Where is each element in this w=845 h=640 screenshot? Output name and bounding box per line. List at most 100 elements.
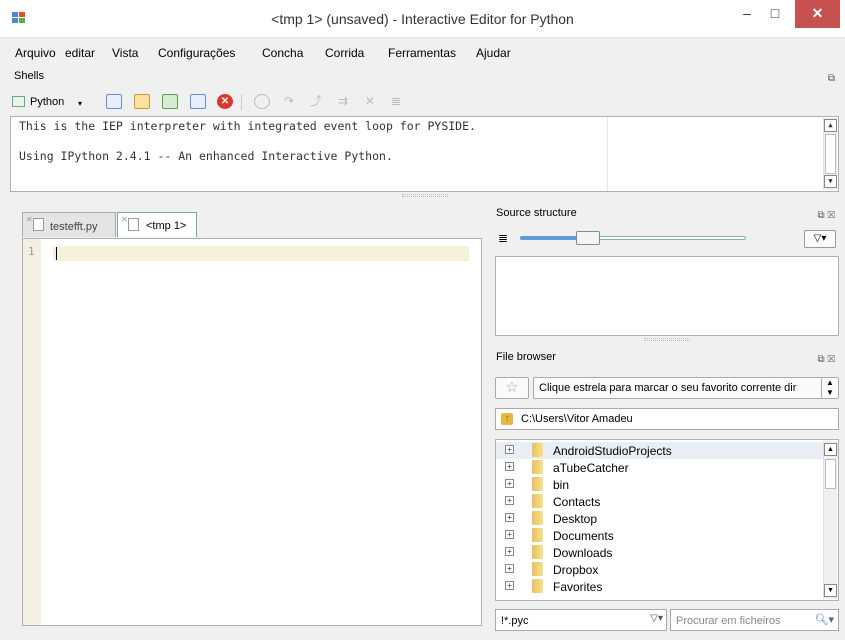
scrollbar-thumb[interactable] bbox=[825, 134, 836, 174]
shells-panel-header: Shells ⧉ bbox=[10, 67, 839, 85]
folder-icon bbox=[532, 443, 543, 457]
chevron-down-icon: ▾ bbox=[78, 99, 83, 108]
step-out-icon[interactable]: ⇉ bbox=[335, 94, 351, 109]
spinner-arrows-icon: ▲ ▼ bbox=[821, 378, 838, 398]
file-browser-header: File browser ⧉ ☒ bbox=[492, 348, 839, 366]
shell-output[interactable]: This is the IEP interpreter with integra… bbox=[10, 116, 839, 192]
folder-name: Desktop bbox=[553, 512, 598, 526]
debug-clear-icon[interactable]: ✕ bbox=[362, 94, 378, 109]
favorite-star-button[interactable]: ☆ bbox=[495, 377, 529, 399]
shell-divider bbox=[607, 117, 608, 191]
level-slider[interactable] bbox=[520, 231, 746, 245]
menu-ferramentas[interactable]: Ferramentas bbox=[388, 46, 456, 60]
menu-corrida[interactable]: Corrida bbox=[325, 46, 364, 60]
folder-name: Documents bbox=[553, 529, 614, 543]
folder-up-icon[interactable]: ↑ bbox=[501, 413, 513, 425]
file-tree-row[interactable]: + Desktop bbox=[496, 510, 838, 527]
title-bar[interactable]: <tmp 1> (unsaved) - Interactive Editor f… bbox=[0, 0, 845, 38]
expand-icon[interactable]: + bbox=[505, 479, 514, 488]
expand-icon[interactable]: + bbox=[505, 581, 514, 590]
slider-thumb[interactable] bbox=[575, 231, 600, 245]
shell-line: Using IPython 2.4.1 -- An enhanced Inter… bbox=[19, 149, 393, 163]
run-file-icon[interactable] bbox=[134, 94, 150, 109]
debug-stop-icon[interactable] bbox=[254, 94, 270, 109]
expand-icon[interactable]: + bbox=[505, 513, 514, 522]
float-close-panel-icon[interactable]: ⧉ ☒ bbox=[818, 351, 835, 369]
scroll-up-icon[interactable]: ▲ bbox=[824, 443, 837, 456]
terminate-shell-icon[interactable]: ✕ bbox=[217, 94, 233, 109]
stack-list-icon[interactable]: ≣ bbox=[388, 94, 404, 109]
structure-toolbar: ≣ ▽▾ bbox=[494, 228, 839, 252]
search-icon[interactable]: 🔍︎▾ bbox=[815, 613, 835, 626]
file-search-input[interactable]: Procurar em ficheiros 🔍︎▾ bbox=[670, 609, 839, 631]
code-editor[interactable]: 1 bbox=[22, 238, 482, 626]
float-close-panel-icon[interactable]: ⧉ ☒ bbox=[818, 207, 835, 225]
file-tree-row[interactable]: + bin bbox=[496, 476, 838, 493]
source-structure-tree[interactable] bbox=[495, 256, 839, 336]
step-into-icon[interactable]: ⤴ bbox=[308, 94, 324, 109]
file-tree-row[interactable]: + Contacts bbox=[496, 493, 838, 510]
scroll-up-icon[interactable]: ▲ bbox=[824, 119, 837, 132]
scroll-down-icon[interactable]: ▼ bbox=[824, 584, 837, 597]
step-over-icon[interactable]: ↷ bbox=[281, 94, 297, 109]
close-button[interactable]: ✕ bbox=[795, 0, 840, 28]
source-structure-header: Source structure ⧉ ☒ bbox=[492, 204, 839, 222]
file-tree-row[interactable]: + Favorites bbox=[496, 578, 838, 595]
scrollbar-thumb[interactable] bbox=[825, 459, 836, 489]
favorites-dropdown[interactable]: Clique estrela para marcar o seu favorit… bbox=[533, 377, 839, 399]
minimize-button[interactable]: – bbox=[733, 0, 761, 28]
tab-testefft[interactable]: ✕ testefft.py bbox=[22, 212, 116, 237]
file-tree-row[interactable]: + aTubeCatcher bbox=[496, 459, 838, 476]
expand-icon[interactable]: + bbox=[505, 564, 514, 573]
folder-icon bbox=[532, 545, 543, 559]
menu-arquivo[interactable]: Arquivo bbox=[15, 46, 56, 60]
window-title: <tmp 1> (unsaved) - Interactive Editor f… bbox=[271, 11, 574, 27]
file-tree[interactable]: + AndroidStudioProjects + aTubeCatcher + bin +… bbox=[495, 439, 839, 601]
shell-selector-button[interactable]: Python ▾ bbox=[10, 93, 88, 111]
menu-concha[interactable]: Concha bbox=[262, 46, 303, 60]
tab-tmp1[interactable]: ✕ <tmp 1> bbox=[117, 212, 197, 237]
file-tree-row[interactable]: + AndroidStudioProjects bbox=[496, 442, 838, 459]
folder-icon bbox=[532, 528, 543, 542]
menu-bar: Arquivo editar Vista Configurações Conch… bbox=[0, 43, 845, 63]
expand-icon[interactable]: + bbox=[505, 547, 514, 556]
expand-icon[interactable]: + bbox=[505, 445, 514, 454]
file-tree-row[interactable]: + Documents bbox=[496, 527, 838, 544]
filter-funnel-icon[interactable]: ▽▾ bbox=[650, 613, 663, 624]
expand-icon[interactable]: + bbox=[505, 530, 514, 539]
document-icon bbox=[33, 218, 44, 231]
shell-scrollbar[interactable]: ▲ ▼ bbox=[823, 118, 837, 190]
path-field[interactable]: ↑ C:\Users\Vitor Amadeu bbox=[495, 408, 839, 430]
maximize-button[interactable]: □ bbox=[761, 0, 789, 28]
python-shell-icon bbox=[12, 96, 25, 107]
file-tree-row[interactable]: + Dropbox bbox=[496, 561, 838, 578]
expand-icon[interactable]: + bbox=[505, 462, 514, 471]
folder-name: Favorites bbox=[553, 580, 603, 594]
expand-icon[interactable]: + bbox=[505, 496, 514, 505]
file-browser-title: File browser bbox=[496, 351, 556, 363]
folder-name: Downloads bbox=[553, 546, 613, 560]
folder-name: bin bbox=[553, 478, 570, 492]
file-tree-row[interactable]: + Downloads bbox=[496, 544, 838, 561]
filter-dropdown-icon[interactable]: ▽▾ bbox=[804, 230, 836, 248]
restart-shell-icon[interactable] bbox=[162, 94, 178, 109]
new-shell-icon[interactable] bbox=[106, 94, 122, 109]
menu-vista[interactable]: Vista bbox=[112, 46, 138, 60]
splitter-handle[interactable] bbox=[644, 338, 690, 341]
folder-name: Dropbox bbox=[553, 563, 599, 577]
shell-line: This is the IEP interpreter with integra… bbox=[19, 119, 476, 133]
scroll-down-icon[interactable]: ▼ bbox=[824, 175, 837, 188]
menu-editar[interactable]: editar bbox=[65, 46, 95, 60]
tab-close-icon[interactable]: ✕ bbox=[121, 215, 128, 224]
splitter-handle[interactable] bbox=[402, 194, 448, 197]
file-filter-input[interactable]: !*.pyc ▽▾ bbox=[495, 609, 667, 631]
file-tree-scrollbar[interactable]: ▲ ▼ bbox=[823, 441, 837, 599]
folder-name: AndroidStudioProjects bbox=[553, 444, 672, 458]
folder-icon bbox=[532, 579, 543, 593]
tab-close-icon[interactable]: ✕ bbox=[26, 215, 33, 224]
menu-ajudar[interactable]: Ajudar bbox=[476, 46, 511, 60]
current-line-highlight bbox=[53, 246, 469, 261]
float-panel-icon[interactable]: ⧉ bbox=[828, 70, 835, 88]
clear-shell-icon[interactable] bbox=[190, 94, 206, 109]
menu-configuracoes[interactable]: Configurações bbox=[158, 46, 235, 60]
